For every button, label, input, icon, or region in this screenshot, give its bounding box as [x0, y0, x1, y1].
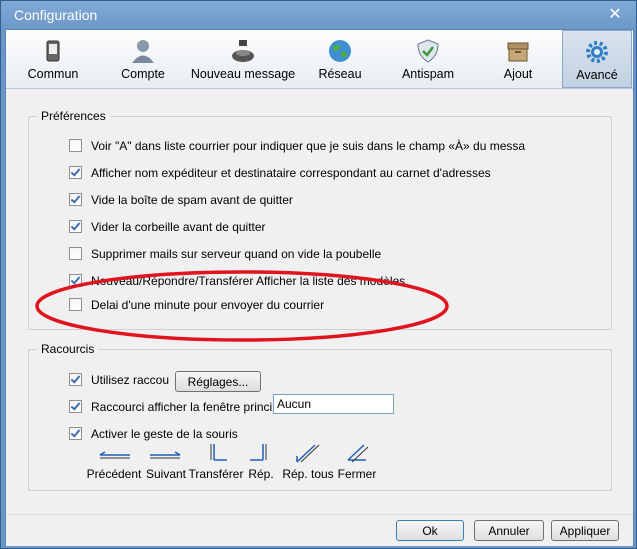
- settings-button[interactable]: Réglages...: [175, 371, 261, 392]
- arrow-down-left-icon: [250, 444, 267, 461]
- close-icon[interactable]: ✕: [606, 6, 624, 24]
- tab-avance[interactable]: Avancé: [562, 30, 632, 88]
- window-title: Configuration: [14, 7, 98, 23]
- gear-icon: [586, 41, 608, 63]
- gesture-rep-tous: Rép. tous: [280, 442, 336, 481]
- tab-ajout[interactable]: Ajout: [482, 30, 554, 88]
- checkbox[interactable]: [69, 274, 82, 287]
- checkbox[interactable]: [69, 247, 82, 260]
- shortcuts-group: Racourcis Utilisez raccou Réglages... Ra…: [28, 342, 612, 491]
- preferences-label: Préférences: [37, 109, 110, 123]
- gesture-precedent: Précédent: [86, 442, 142, 481]
- gesture-transferer: Transférer: [188, 442, 244, 481]
- gesture-suivant: Suivant: [142, 442, 190, 481]
- phone-icon: [46, 40, 60, 62]
- checkbox[interactable]: [69, 166, 82, 179]
- inkwell-icon: [232, 40, 254, 62]
- ok-button[interactable]: Ok: [396, 520, 464, 541]
- checkbox[interactable]: [69, 220, 82, 233]
- tab-reseau[interactable]: Réseau: [304, 30, 376, 88]
- checkbox[interactable]: [69, 427, 82, 440]
- preferences-group: Préférences Voir "A" dans liste courrier…: [28, 109, 612, 330]
- gesture-fermer: Fermer: [334, 442, 380, 481]
- checkbox[interactable]: [69, 373, 82, 386]
- checkbox[interactable]: [69, 400, 82, 413]
- cancel-button[interactable]: Annuler: [474, 520, 544, 541]
- shortcut-field[interactable]: Aucun: [273, 394, 394, 414]
- box-icon: [507, 42, 529, 62]
- arrow-down-right-icon: [210, 444, 227, 461]
- checkbox[interactable]: [69, 298, 82, 311]
- tab-commun[interactable]: Commun: [12, 30, 94, 88]
- dialog-client: Commun Compte Nouveau message Réseau Ant…: [5, 29, 634, 546]
- settings-toolbar: Commun Compte Nouveau message Réseau Ant…: [6, 30, 633, 89]
- tab-compte[interactable]: Compte: [102, 30, 184, 88]
- arrow-right-icon: [150, 451, 181, 459]
- arrow-close-icon: [347, 444, 369, 463]
- tab-nouveau-message[interactable]: Nouveau message: [190, 30, 296, 88]
- arrow-diagonal-icon: [296, 444, 320, 463]
- globe-icon: [329, 40, 351, 62]
- shortcuts-label: Racourcis: [37, 342, 99, 356]
- arrow-left-icon: [99, 451, 130, 459]
- user-icon: [132, 40, 154, 63]
- shield-icon: [417, 39, 439, 63]
- title-bar: Configuration ✕: [1, 1, 636, 29]
- checkbox[interactable]: [69, 193, 82, 206]
- apply-button[interactable]: Appliquer: [551, 520, 619, 541]
- tab-antispam[interactable]: Antispam: [390, 30, 466, 88]
- checkbox[interactable]: [69, 139, 82, 152]
- configuration-window: Configuration ✕ Commun Compte Nouveau me…: [0, 0, 637, 549]
- gesture-rep: Rép.: [244, 442, 278, 481]
- dialog-button-bar: Ok Annuler Appliquer: [6, 514, 633, 546]
